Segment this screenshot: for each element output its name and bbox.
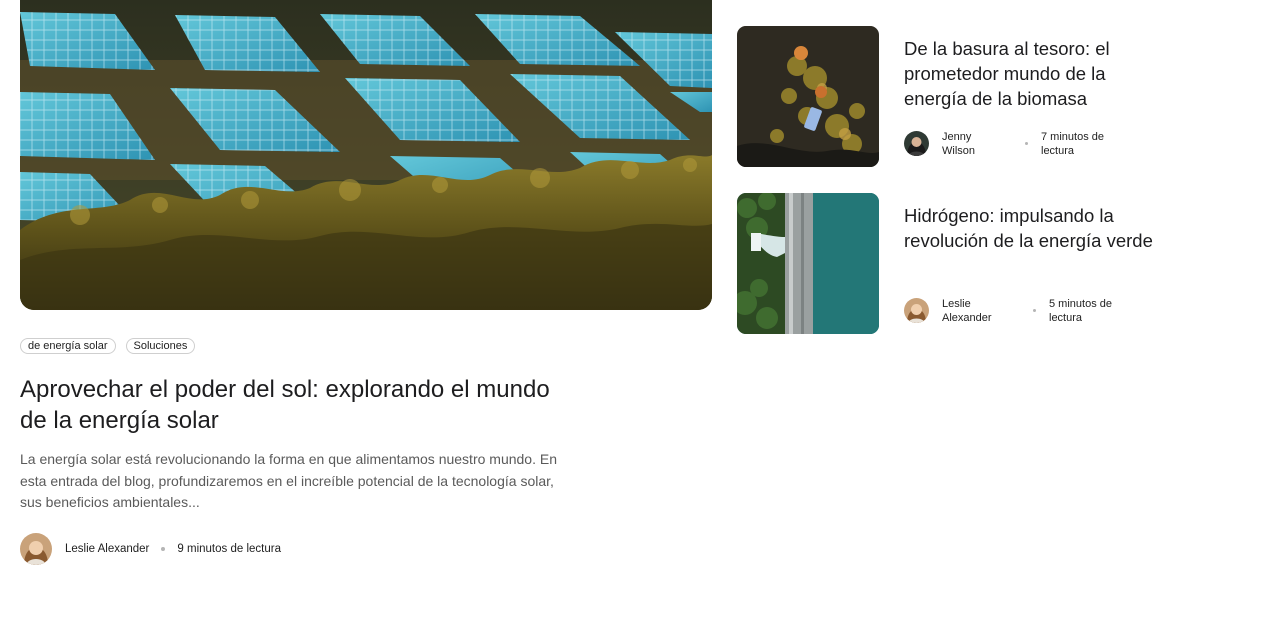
side-post-meta: Jenny Wilson 7 minutos de lectura bbox=[904, 130, 1164, 158]
separator-dot bbox=[161, 547, 166, 551]
side-post: Hidrógeno: impulsando la revolución de l… bbox=[737, 193, 1167, 335]
featured-post: de energía solar Soluciones Aprovechar e… bbox=[20, 0, 712, 565]
author-name[interactable]: Leslie Alexander bbox=[942, 297, 1004, 325]
tag-list: de energía solar Soluciones bbox=[20, 338, 196, 354]
side-post-meta: Leslie Alexander 5 minutos de lectura bbox=[904, 297, 1164, 325]
side-post-image[interactable] bbox=[737, 26, 879, 167]
featured-post-excerpt: La energía solar está revolucionando la … bbox=[20, 451, 557, 510]
read-time: 9 minutos de lectura bbox=[177, 543, 281, 555]
avatar bbox=[904, 298, 929, 323]
separator-dot bbox=[1033, 309, 1036, 312]
read-time: 5 minutos de lectura bbox=[1049, 298, 1112, 324]
author-name[interactable]: Leslie Alexander bbox=[65, 543, 149, 555]
author-name[interactable]: Jenny Wilson bbox=[942, 130, 1004, 158]
side-post: De la basura al tesoro: el prometedor mu… bbox=[737, 26, 1167, 168]
side-post-title[interactable]: De la basura al tesoro: el prometedor mu… bbox=[904, 36, 1159, 111]
featured-post-image[interactable] bbox=[20, 0, 712, 310]
tag-solar-energy[interactable]: de energía solar bbox=[20, 338, 116, 354]
side-post-title[interactable]: Hidrógeno: impulsando la revolución de l… bbox=[904, 203, 1159, 253]
featured-post-meta: Leslie Alexander 9 minutos de lectura bbox=[20, 533, 281, 565]
separator-dot bbox=[1025, 142, 1028, 145]
avatar bbox=[904, 131, 929, 156]
read-time: 7 minutos de lectura bbox=[1041, 131, 1104, 157]
side-post-image[interactable] bbox=[737, 193, 879, 334]
tag-solutions[interactable]: Soluciones bbox=[125, 338, 196, 354]
featured-post-title[interactable]: Aprovechar el poder del sol: explorando … bbox=[20, 374, 580, 436]
avatar bbox=[20, 533, 52, 565]
